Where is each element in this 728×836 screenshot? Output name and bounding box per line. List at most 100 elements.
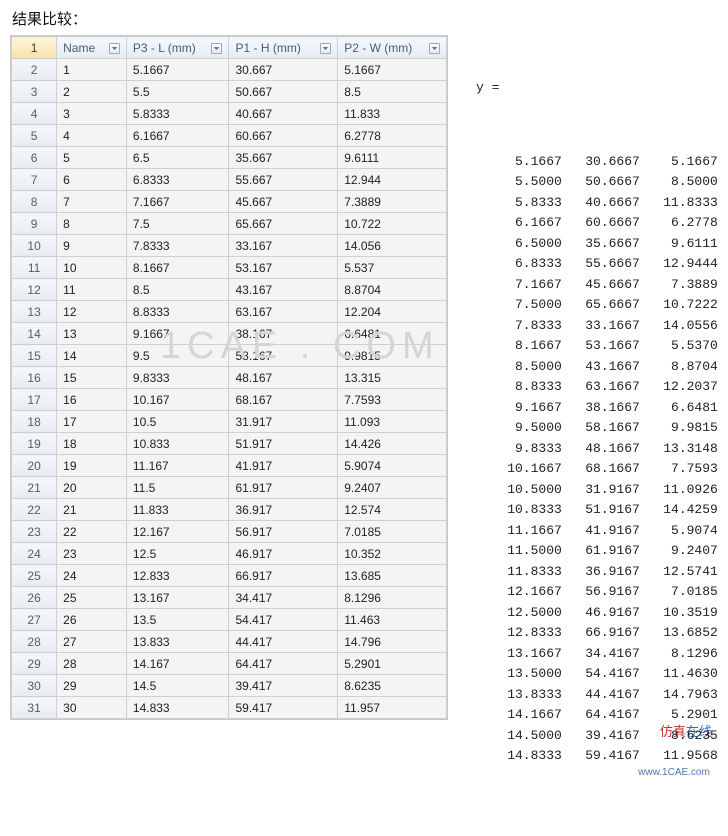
cell-name[interactable]: 25: [57, 587, 127, 609]
cell-name[interactable]: 6: [57, 169, 127, 191]
cell-p2[interactable]: 14.056: [338, 235, 447, 257]
table-row[interactable]: 302914.539.4178.6235: [12, 675, 447, 697]
cell-p2[interactable]: 7.7593: [338, 389, 447, 411]
table-row[interactable]: 222111.83336.91712.574: [12, 499, 447, 521]
cell-name[interactable]: 16: [57, 389, 127, 411]
table-row[interactable]: 242312.546.91710.352: [12, 543, 447, 565]
cell-p1[interactable]: 68.167: [229, 389, 338, 411]
cell-p2[interactable]: 11.833: [338, 103, 447, 125]
table-row[interactable]: 215.166730.6675.1667: [12, 59, 447, 81]
cell-p3[interactable]: 11.833: [126, 499, 229, 521]
cell-name[interactable]: 9: [57, 235, 127, 257]
row-number[interactable]: 24: [12, 543, 57, 565]
cell-p3[interactable]: 8.8333: [126, 301, 229, 323]
row-number[interactable]: 31: [12, 697, 57, 719]
table-row[interactable]: 292814.16764.4175.2901: [12, 653, 447, 675]
cell-p1[interactable]: 56.917: [229, 521, 338, 543]
cell-p3[interactable]: 7.8333: [126, 235, 229, 257]
cell-p3[interactable]: 9.1667: [126, 323, 229, 345]
cell-name[interactable]: 15: [57, 367, 127, 389]
cell-p2[interactable]: 5.537: [338, 257, 447, 279]
row-number[interactable]: 29: [12, 653, 57, 675]
table-row[interactable]: 232212.16756.9177.0185: [12, 521, 447, 543]
cell-p1[interactable]: 59.417: [229, 697, 338, 719]
filter-icon[interactable]: [109, 43, 120, 54]
cell-p2[interactable]: 8.1296: [338, 587, 447, 609]
table-row[interactable]: 11108.166753.1675.537: [12, 257, 447, 279]
row-number[interactable]: 2: [12, 59, 57, 81]
table-row[interactable]: 877.166745.6677.3889: [12, 191, 447, 213]
cell-p3[interactable]: 6.8333: [126, 169, 229, 191]
cell-name[interactable]: 13: [57, 323, 127, 345]
cell-p1[interactable]: 65.667: [229, 213, 338, 235]
cell-p1[interactable]: 41.917: [229, 455, 338, 477]
cell-p1[interactable]: 66.917: [229, 565, 338, 587]
row-number[interactable]: 12: [12, 279, 57, 301]
cell-p2[interactable]: 9.6111: [338, 147, 447, 169]
row-number[interactable]: 17: [12, 389, 57, 411]
cell-name[interactable]: 8: [57, 213, 127, 235]
table-row[interactable]: 766.833355.66712.944: [12, 169, 447, 191]
table-row[interactable]: 12118.543.1678.8704: [12, 279, 447, 301]
table-row[interactable]: 16159.833348.16713.315: [12, 367, 447, 389]
cell-p2[interactable]: 12.574: [338, 499, 447, 521]
cell-p1[interactable]: 54.417: [229, 609, 338, 631]
table-row[interactable]: 987.565.66710.722: [12, 213, 447, 235]
cell-p1[interactable]: 46.917: [229, 543, 338, 565]
cell-p3[interactable]: 9.5: [126, 345, 229, 367]
cell-name[interactable]: 11: [57, 279, 127, 301]
cell-p1[interactable]: 36.917: [229, 499, 338, 521]
cell-name[interactable]: 12: [57, 301, 127, 323]
row-number[interactable]: 22: [12, 499, 57, 521]
cell-p1[interactable]: 55.667: [229, 169, 338, 191]
row-number[interactable]: 13: [12, 301, 57, 323]
cell-p1[interactable]: 45.667: [229, 191, 338, 213]
col-header-p1[interactable]: P1 - H (mm): [229, 37, 338, 59]
row-number[interactable]: 21: [12, 477, 57, 499]
cell-p2[interactable]: 8.8704: [338, 279, 447, 301]
cell-p3[interactable]: 11.5: [126, 477, 229, 499]
cell-p1[interactable]: 34.417: [229, 587, 338, 609]
table-row[interactable]: 313014.83359.41711.957: [12, 697, 447, 719]
cell-p1[interactable]: 43.167: [229, 279, 338, 301]
cell-p3[interactable]: 12.833: [126, 565, 229, 587]
cell-p3[interactable]: 14.833: [126, 697, 229, 719]
cell-p2[interactable]: 14.796: [338, 631, 447, 653]
col-header-p3[interactable]: P3 - L (mm): [126, 37, 229, 59]
cell-p3[interactable]: 12.167: [126, 521, 229, 543]
cell-p1[interactable]: 58.167: [229, 345, 338, 367]
cell-p2[interactable]: 7.3889: [338, 191, 447, 213]
cell-p3[interactable]: 8.1667: [126, 257, 229, 279]
cell-p2[interactable]: 6.6481: [338, 323, 447, 345]
cell-p2[interactable]: 5.2901: [338, 653, 447, 675]
row-number[interactable]: 28: [12, 631, 57, 653]
filter-icon[interactable]: [320, 43, 331, 54]
table-row[interactable]: 181710.531.91711.093: [12, 411, 447, 433]
cell-p1[interactable]: 31.917: [229, 411, 338, 433]
cell-p1[interactable]: 35.667: [229, 147, 338, 169]
cell-p3[interactable]: 13.167: [126, 587, 229, 609]
cell-p2[interactable]: 13.685: [338, 565, 447, 587]
cell-name[interactable]: 17: [57, 411, 127, 433]
cell-p3[interactable]: 6.5: [126, 147, 229, 169]
table-row[interactable]: 435.833340.66711.833: [12, 103, 447, 125]
cell-p3[interactable]: 11.167: [126, 455, 229, 477]
cell-p1[interactable]: 64.417: [229, 653, 338, 675]
row-number[interactable]: 3: [12, 81, 57, 103]
cell-p2[interactable]: 5.9074: [338, 455, 447, 477]
cell-name[interactable]: 29: [57, 675, 127, 697]
cell-p1[interactable]: 44.417: [229, 631, 338, 653]
cell-p2[interactable]: 12.204: [338, 301, 447, 323]
cell-name[interactable]: 23: [57, 543, 127, 565]
row-number[interactable]: 23: [12, 521, 57, 543]
cell-name[interactable]: 1: [57, 59, 127, 81]
cell-p1[interactable]: 48.167: [229, 367, 338, 389]
cell-p2[interactable]: 10.722: [338, 213, 447, 235]
cell-p1[interactable]: 53.167: [229, 257, 338, 279]
table-row[interactable]: 15149.558.1679.9815: [12, 345, 447, 367]
cell-p1[interactable]: 39.417: [229, 675, 338, 697]
table-row[interactable]: 201911.16741.9175.9074: [12, 455, 447, 477]
cell-p3[interactable]: 12.5: [126, 543, 229, 565]
cell-name[interactable]: 18: [57, 433, 127, 455]
row-number[interactable]: 16: [12, 367, 57, 389]
